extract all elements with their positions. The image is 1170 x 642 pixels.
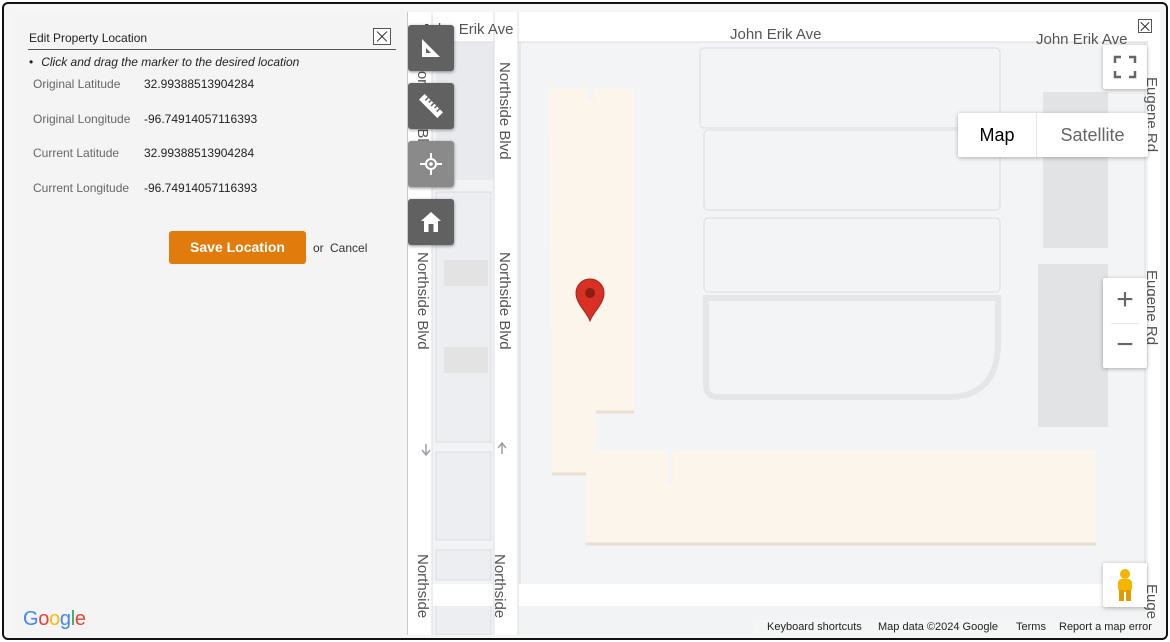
map-view[interactable]: John Erik Ave John Erik Ave John Erik Av… <box>408 12 1160 635</box>
google-logo: Google <box>23 608 86 630</box>
field-label: Current Longitude <box>33 181 130 195</box>
street-label: Northside Blvd <box>496 252 513 350</box>
street-label: Northside <box>491 554 508 619</box>
field-value: 32.99388513904284 <box>144 77 255 91</box>
panel-title: Edit Property Location <box>29 31 148 45</box>
save-location-button[interactable]: Save Location <box>169 231 306 264</box>
terms-link[interactable]: Terms <box>1016 621 1046 633</box>
report-error-link[interactable]: Report a map error <box>1059 621 1152 633</box>
map-type-satellite-button[interactable]: Satellite <box>1036 113 1148 157</box>
field-value: 32.99388513904284 <box>144 146 255 160</box>
cancel-link[interactable]: Cancel <box>330 241 367 255</box>
street-label: Northside Blvd <box>496 62 513 160</box>
street-label: Northside <box>414 554 431 619</box>
instruction-text: • Click and drag the marker to the desire… <box>29 55 300 69</box>
street-label: Northside Blvd <box>414 252 431 350</box>
field-label: Original Longitude <box>33 112 131 126</box>
zoom-control: + − <box>1103 278 1147 368</box>
home-button[interactable] <box>408 199 454 245</box>
map-type-map-button[interactable]: Map <box>958 113 1036 157</box>
measure-area-button[interactable] <box>408 25 454 71</box>
instruction-label: Click and drag the marker to the desired… <box>41 55 300 69</box>
zoom-in-button[interactable]: + <box>1103 278 1147 322</box>
field-value: -96.74914057116393 <box>144 112 258 126</box>
field-label: Original Latitude <box>33 77 121 91</box>
title-divider <box>28 49 396 50</box>
zoom-out-button[interactable]: − <box>1103 324 1147 368</box>
fullscreen-button[interactable] <box>1103 45 1147 89</box>
edit-location-panel: Edit Property Location • Click and drag t… <box>12 12 408 635</box>
ruler-icon <box>419 94 443 118</box>
field-label: Current Latitude <box>33 146 120 160</box>
locate-button[interactable] <box>408 141 454 187</box>
keyboard-shortcuts-link[interactable]: Keyboard shortcuts <box>767 621 862 633</box>
map-type-control: Map Satellite <box>958 113 1148 157</box>
panel-close-icon[interactable] <box>373 28 391 45</box>
map-data-text: Map data ©2024 Google <box>878 621 999 633</box>
street-view-button[interactable] <box>1103 563 1147 607</box>
home-icon <box>421 212 441 232</box>
map-canvas <box>408 12 1160 635</box>
field-value: -96.74914057116393 <box>144 181 258 195</box>
map-close-icon[interactable] <box>1138 19 1152 33</box>
map-attribution: Keyboard shortcuts Map data ©2024 Google… <box>753 619 1160 635</box>
street-label: John Erik Ave <box>730 26 822 43</box>
fullscreen-icon <box>1113 55 1137 79</box>
pegman-icon <box>1118 569 1132 601</box>
measure-area-icon <box>422 39 440 57</box>
ruler-button[interactable] <box>408 83 454 129</box>
or-text: or <box>313 241 324 255</box>
location-marker-icon[interactable] <box>575 278 605 322</box>
crosshair-icon <box>420 153 442 175</box>
